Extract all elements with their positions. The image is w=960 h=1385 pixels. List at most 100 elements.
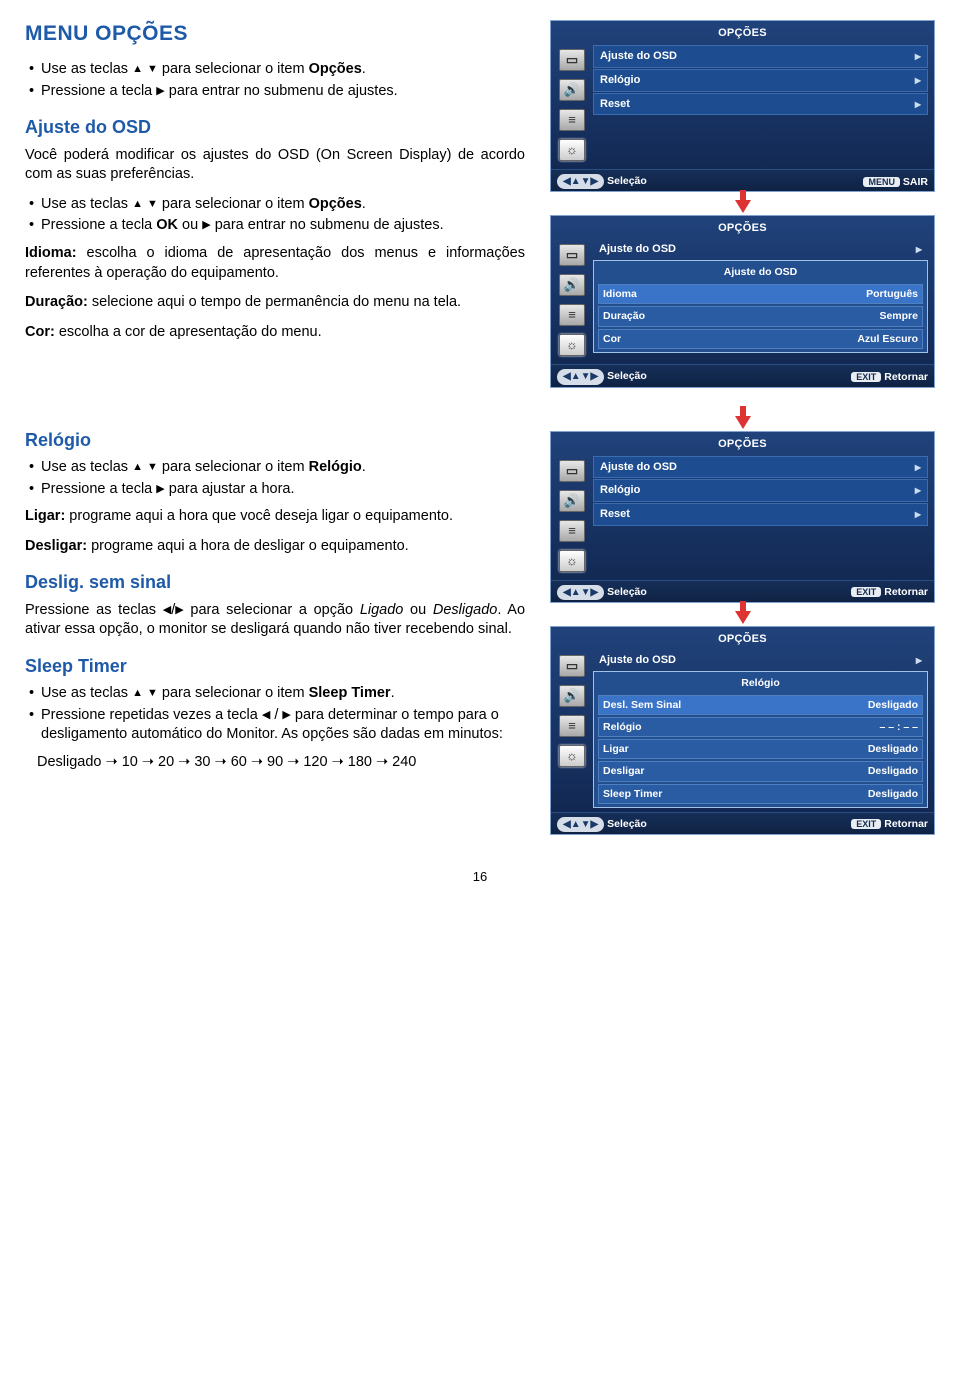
osd-panel-4: OPÇÕES ▭ 🔊 ≡ ☼ Ajuste do OSD Relógio: [550, 626, 935, 835]
osd-title: OPÇÕES: [557, 26, 928, 41]
cor-para: Cor: escolha a cor de apresentação do me…: [25, 323, 525, 343]
chevron-right-icon: [911, 49, 921, 64]
nav-arrows-icon: ◀▲▼▶: [557, 585, 604, 601]
ajuste-list: Use as teclas ▲ ▼ para selecionar o item…: [25, 195, 525, 236]
osd-sub-duracao[interactable]: DuraçãoSempre: [598, 306, 923, 326]
picture-icon[interactable]: ▭: [559, 655, 585, 677]
up-icon: ▲: [132, 460, 143, 475]
osd-sub-cor[interactable]: CorAzul Escuro: [598, 329, 923, 349]
osd-sub-desligar[interactable]: DesligarDesligado: [598, 761, 923, 781]
ajuste-desc: Você poderá modificar os ajustes do OSD …: [25, 146, 525, 185]
sound-icon[interactable]: 🔊: [559, 274, 585, 296]
osd-footer: ◀▲▼▶ Seleção EXIT Retornar: [551, 812, 934, 835]
osd-sub-deslsemsinal[interactable]: Desl. Sem SinalDesligado: [598, 695, 923, 715]
osd-sub-sleeptimer[interactable]: Sleep TimerDesligado: [598, 784, 923, 804]
subhead-sleep: Sleep Timer: [25, 654, 525, 678]
sleep-sequence: Desligado ➝ 10 ➝ 20 ➝ 30 ➝ 60 ➝ 90 ➝ 120…: [25, 753, 525, 773]
settings-icon[interactable]: ☼: [559, 334, 585, 356]
osd-item-relogio[interactable]: Relógio: [593, 69, 928, 92]
deslig-para: Pressione as teclas ◀/▶ para selecionar …: [25, 601, 525, 640]
desligar-para: Desligar: programe aqui a hora de deslig…: [25, 537, 525, 557]
osd-footer: ◀▲▼▶ Seleção EXIT Retornar: [551, 580, 934, 603]
chevron-right-icon: [912, 653, 922, 668]
page-number: 16: [25, 868, 935, 886]
flow-arrow-icon: [735, 200, 751, 213]
osd-title: OPÇÕES: [557, 221, 928, 236]
exit-button[interactable]: EXIT: [851, 819, 881, 829]
osd-title: OPÇÕES: [557, 437, 928, 452]
exit-button[interactable]: EXIT: [851, 372, 881, 382]
ajuste-bullet-1: Use as teclas ▲ ▼ para selecionar o item…: [29, 195, 525, 215]
sound-icon[interactable]: 🔊: [559, 685, 585, 707]
up-icon: ▲: [132, 686, 143, 701]
osd-item-reset[interactable]: Reset: [593, 503, 928, 526]
chevron-right-icon: [911, 97, 921, 112]
osd-icon-column: ▭ 🔊 ≡ ☼: [557, 45, 587, 165]
down-icon: ▼: [147, 62, 158, 77]
osd-icon-column: ▭ 🔊 ≡ ☼: [557, 240, 587, 360]
chevron-right-icon: [911, 507, 921, 522]
nav-arrows-icon: ◀▲▼▶: [557, 369, 604, 385]
osd-footer: ◀▲▼▶ Seleção EXIT Retornar: [551, 364, 934, 387]
subhead-deslig: Deslig. sem sinal: [25, 570, 525, 594]
sound-icon[interactable]: 🔊: [559, 79, 585, 101]
list-icon[interactable]: ≡: [559, 715, 585, 737]
duracao-para: Duração: selecione aqui o tempo de perma…: [25, 293, 525, 313]
osd-item-relogio[interactable]: Relógio: [593, 479, 928, 502]
nav-arrows-icon: ◀▲▼▶: [557, 817, 604, 833]
list-icon[interactable]: ≡: [559, 109, 585, 131]
osd-sub-idioma[interactable]: IdiomaPortuguês: [598, 284, 923, 304]
right-icon: ▶: [282, 708, 290, 723]
osd-item-ajuste[interactable]: Ajuste do OSD: [593, 456, 928, 479]
up-icon: ▲: [132, 62, 143, 77]
relogio-bullet-1: Use as teclas ▲ ▼ para selecionar o item…: [29, 458, 525, 478]
osd-item-ajuste[interactable]: Ajuste do OSD: [593, 45, 928, 68]
right-icon: ▶: [156, 84, 164, 99]
page: MENU OPÇÕES Use as teclas ▲ ▼ para selec…: [25, 20, 935, 886]
down-icon: ▼: [147, 460, 158, 475]
exit-button[interactable]: EXIT: [851, 587, 881, 597]
settings-icon[interactable]: ☼: [559, 139, 585, 161]
picture-icon[interactable]: ▭: [559, 244, 585, 266]
relogio-list: Use as teclas ▲ ▼ para selecionar o item…: [25, 458, 525, 499]
osd-panel-3: OPÇÕES ▭ 🔊 ≡ ☼ Ajuste do OSD Relógio Res…: [550, 431, 935, 603]
ajuste-bullet-2: Pressione a tecla OK ou ▶ para entrar no…: [29, 216, 525, 236]
osd-icon-column: ▭ 🔊 ≡ ☼: [557, 651, 587, 808]
menu-button[interactable]: MENU: [863, 177, 900, 187]
sleep-bullet-2: Pressione repetidas vezes a tecla ◀ / ▶ …: [29, 706, 525, 745]
settings-icon[interactable]: ☼: [559, 550, 585, 572]
right-icon: ▶: [156, 482, 164, 497]
chevron-right-icon: [912, 242, 922, 257]
sound-icon[interactable]: 🔊: [559, 490, 585, 512]
subhead-relogio: Relógio: [25, 428, 525, 452]
chevron-right-icon: [911, 483, 921, 498]
subhead-ajuste: Ajuste do OSD: [25, 115, 525, 139]
down-icon: ▼: [147, 686, 158, 701]
flow-arrow-icon: [735, 611, 751, 624]
osd-submenu-relogio: Relógio Desl. Sem SinalDesligado Relógio…: [593, 671, 928, 808]
sleep-list: Use as teclas ▲ ▼ para selecionar o item…: [25, 684, 525, 745]
left-icon: ◀: [262, 708, 270, 723]
left-icon: ◀: [163, 603, 171, 618]
right-icon: ▶: [202, 218, 210, 233]
osd-submenu-title: Relógio: [598, 675, 923, 693]
list-icon[interactable]: ≡: [559, 304, 585, 326]
osd-item-reset[interactable]: Reset: [593, 93, 928, 116]
osd-submenu-title: Ajuste do OSD: [598, 264, 923, 282]
osd-icon-column: ▭ 🔊 ≡ ☼: [557, 456, 587, 576]
up-icon: ▲: [132, 197, 143, 212]
intro-bullet-1: Use as teclas ▲ ▼ para selecionar o item…: [29, 60, 525, 80]
osd-sub-relogio[interactable]: Relógio– – : – –: [598, 717, 923, 737]
osd-item-ajuste[interactable]: Ajuste do OSD: [593, 651, 928, 670]
flow-arrow-icon: [735, 416, 751, 429]
right-icon: ▶: [175, 603, 183, 618]
osd-sub-ligar[interactable]: LigarDesligado: [598, 739, 923, 759]
picture-icon[interactable]: ▭: [559, 460, 585, 482]
osd-panel-2: OPÇÕES ▭ 🔊 ≡ ☼ Ajuste do OSD Ajuste do O…: [550, 215, 935, 387]
picture-icon[interactable]: ▭: [559, 49, 585, 71]
osd-item-ajuste[interactable]: Ajuste do OSD: [593, 240, 928, 259]
list-icon[interactable]: ≡: [559, 520, 585, 542]
settings-icon[interactable]: ☼: [559, 745, 585, 767]
osd-title: OPÇÕES: [557, 632, 928, 647]
intro-bullet-2: Pressione a tecla ▶ para entrar no subme…: [29, 82, 525, 102]
